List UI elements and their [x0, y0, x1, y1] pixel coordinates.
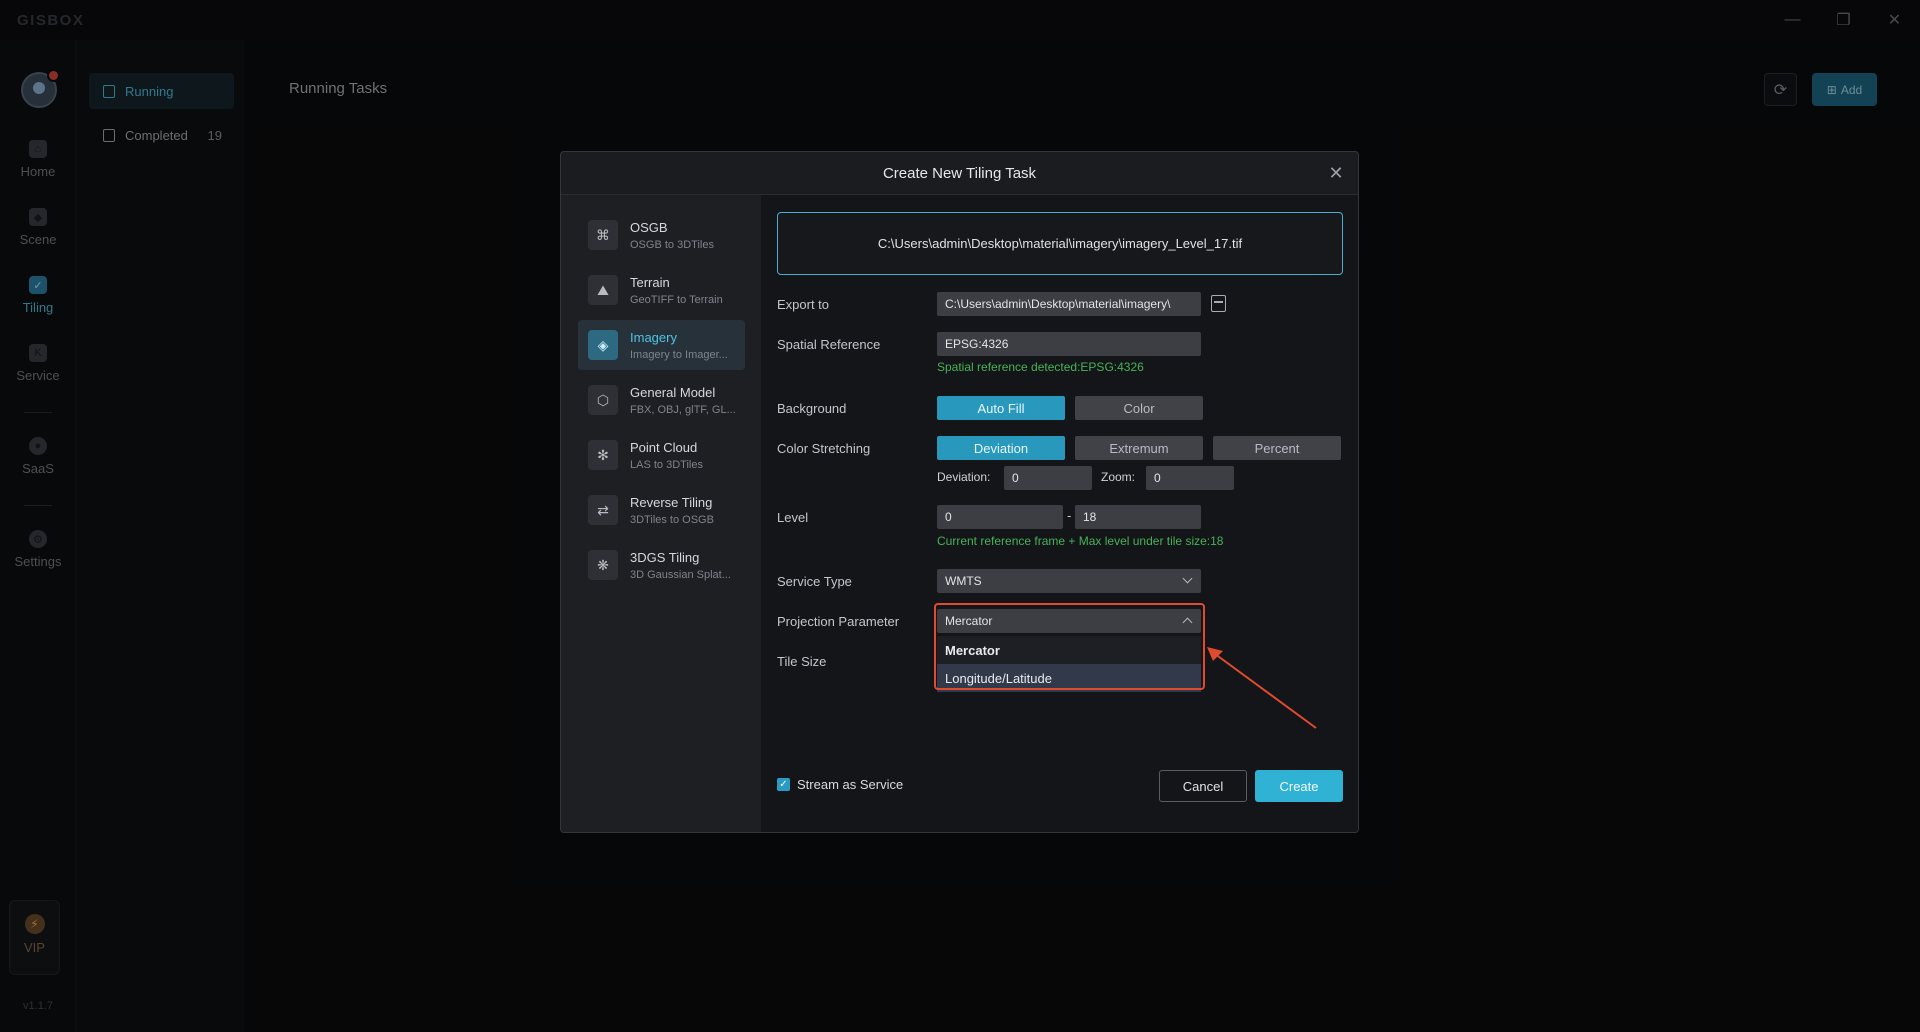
task-type-osgb[interactable]: ⌘ OSGB OSGB to 3DTiles: [578, 210, 745, 260]
stretch-extremum-button[interactable]: Extremum: [1075, 436, 1203, 460]
task-type-desc: FBX, OBJ, glTF, GL...: [630, 403, 736, 416]
level-range-dash: -: [1067, 508, 1072, 523]
highlight-annotation: [934, 603, 1205, 690]
task-type-desc: 3D Gaussian Splat...: [630, 568, 731, 581]
task-type-3dgs-tiling[interactable]: ❋ 3DGS Tiling 3D Gaussian Splat...: [578, 540, 745, 590]
folder-icon[interactable]: [1211, 295, 1226, 312]
terrain-icon: ⛰: [588, 275, 618, 305]
input-file-path: C:\Users\admin\Desktop\material\imagery\…: [877, 236, 1243, 251]
arrow-line: [1210, 650, 1317, 729]
task-type-desc: LAS to 3DTiles: [630, 458, 703, 471]
stream-service-label: Stream as Service: [797, 777, 904, 792]
zoom-field[interactable]: 0: [1146, 466, 1234, 490]
task-type-name: Reverse Tiling: [630, 494, 713, 510]
projection-parameter-label: Projection Parameter: [777, 614, 900, 629]
level-hint: Current reference frame + Max level unde…: [937, 534, 1224, 548]
dialog-title: Create New Tiling Task: [882, 164, 1037, 182]
input-file-dropzone[interactable]: C:\Users\admin\Desktop\material\imagery\…: [777, 212, 1343, 275]
task-type-general-model[interactable]: ⬡ General Model FBX, OBJ, glTF, GL...: [578, 375, 745, 425]
task-type-point-cloud[interactable]: ✻ Point Cloud LAS to 3DTiles: [578, 430, 745, 480]
level-label: Level: [777, 510, 809, 525]
spatial-reference-label: Spatial Reference: [777, 337, 881, 352]
reverse-tiling-icon: ⇄: [588, 495, 618, 525]
task-type-name: 3DGS Tiling: [630, 549, 700, 565]
model-icon: ⬡: [588, 385, 618, 415]
spatial-reference-field[interactable]: EPSG:4326: [937, 332, 1201, 356]
task-type-terrain[interactable]: ⛰ Terrain GeoTIFF to Terrain: [578, 265, 745, 315]
dialog-header: Create New Tiling Task ✕: [561, 152, 1358, 195]
point-cloud-icon: ✻: [588, 440, 618, 470]
arrow-annotation: [1207, 647, 1317, 729]
create-tiling-dialog: Create New Tiling Task ✕ ⌘ OSGB OSGB to 3…: [560, 151, 1359, 833]
task-type-name: Terrain: [630, 274, 670, 290]
tile-size-label: Tile Size: [777, 654, 827, 669]
task-type-name: OSGB: [630, 219, 668, 235]
3dgs-icon: ❋: [588, 550, 618, 580]
level-max-field[interactable]: 18: [1075, 505, 1201, 529]
task-type-name: General Model: [630, 384, 716, 400]
service-type-select[interactable]: WMTS: [937, 569, 1201, 593]
task-form: C:\Users\admin\Desktop\material\imagery\…: [761, 195, 1358, 832]
task-type-imagery[interactable]: ◈ Imagery Imagery to Imager...: [578, 320, 745, 370]
task-type-desc: GeoTIFF to Terrain: [630, 293, 723, 306]
deviation-field[interactable]: 0: [1004, 466, 1092, 490]
level-min-field[interactable]: 0: [937, 505, 1063, 529]
imagery-icon: ◈: [588, 330, 618, 360]
service-type-label: Service Type: [777, 574, 852, 589]
background-auto-fill-button[interactable]: Auto Fill: [937, 396, 1065, 420]
task-type-reverse-tiling[interactable]: ⇄ Reverse Tiling 3DTiles to OSGB: [578, 485, 745, 535]
chevron-down-icon: [1182, 573, 1193, 584]
task-type-desc: 3DTiles to OSGB: [630, 513, 714, 526]
stretch-percent-button[interactable]: Percent: [1213, 436, 1341, 460]
osgb-icon: ⌘: [588, 220, 618, 250]
stretch-deviation-button[interactable]: Deviation: [937, 436, 1065, 460]
task-type-desc: OSGB to 3DTiles: [630, 238, 714, 251]
cancel-button[interactable]: Cancel: [1159, 770, 1247, 802]
create-button[interactable]: Create: [1255, 770, 1343, 802]
zoom-label: Zoom:: [1101, 470, 1136, 484]
task-type-name: Point Cloud: [630, 439, 698, 455]
task-type-desc: Imagery to Imager...: [630, 348, 728, 361]
spatial-reference-hint: Spatial reference detected:EPSG:4326: [937, 360, 1144, 374]
task-type-name: Imagery: [630, 329, 677, 345]
task-type-list: ⌘ OSGB OSGB to 3DTiles ⛰ Terrain GeoTIFF t…: [561, 195, 761, 832]
stream-service-checkbox[interactable]: ✓: [777, 778, 790, 791]
export-path-field[interactable]: C:\Users\admin\Desktop\material\imagery\: [937, 292, 1201, 316]
export-label: Export to: [777, 297, 830, 312]
background-label: Background: [777, 401, 847, 416]
service-type-value: WMTS: [945, 574, 982, 588]
background-color-button[interactable]: Color: [1075, 396, 1203, 420]
color-stretching-label: Color Stretching: [777, 441, 871, 456]
close-icon[interactable]: ✕: [1326, 163, 1346, 183]
deviation-label: Deviation:: [937, 470, 991, 484]
